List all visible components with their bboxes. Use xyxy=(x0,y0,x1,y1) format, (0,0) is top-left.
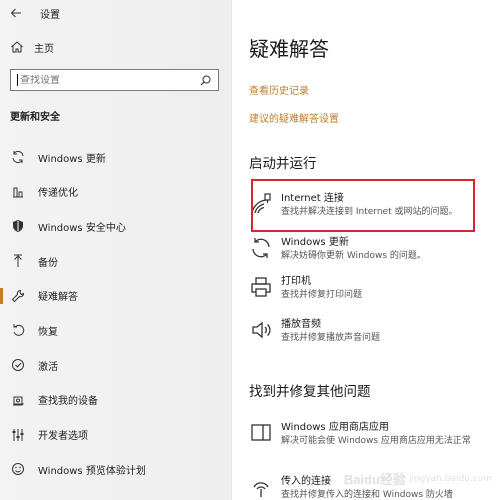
backup-arrow-icon xyxy=(10,253,26,269)
sidebar-item-delivery-optimization[interactable]: 传递优化 xyxy=(0,180,232,204)
network-icon xyxy=(249,192,273,216)
sidebar-item-recovery[interactable]: 恢复 xyxy=(0,318,232,342)
nav-list: Windows 更新 传递优化 Windows 安全中心 备份 疑难解答 恢复 … xyxy=(0,145,232,492)
sidebar-item-label: 传递优化 xyxy=(38,188,78,200)
back-arrow-icon xyxy=(10,8,21,18)
sync-icon xyxy=(10,149,26,165)
sync-icon xyxy=(249,236,273,260)
sidebar-item-windows-update[interactable]: Windows 更新 xyxy=(0,145,232,169)
section-header: 更新和安全 xyxy=(10,112,60,123)
group-title-find-fix-other: 找到并修复其他问题 xyxy=(249,384,371,400)
search-input[interactable] xyxy=(20,74,198,86)
troubleshooter-printer[interactable]: 打印机 查找并修复打印问题 xyxy=(249,270,499,312)
sidebar-item-developer[interactable]: 开发者选项 xyxy=(0,423,232,447)
sidebar-item-activation[interactable]: 激活 xyxy=(0,353,232,377)
title-bar: 设置 xyxy=(0,0,232,26)
troubleshooter-desc: 查找并解决连接到 Internet 或网站的问题。 xyxy=(281,207,458,217)
sidebar: 设置 主页 更新和安全 Windows 更新 传递优化 xyxy=(0,0,232,500)
troubleshooter-desc: 解决妨碍你更新 Windows 的问题。 xyxy=(281,251,426,261)
troubleshooter-desc: 查找并修复传入的连接和 Windows 防火墙 xyxy=(281,490,453,500)
recommended-settings-link[interactable]: 建议的疑难解答设置 xyxy=(249,110,339,125)
sidebar-item-label: 备份 xyxy=(38,257,58,269)
troubleshooter-internet[interactable]: Internet 连接 查找并解决连接到 Internet 或网站的问题。 xyxy=(249,187,499,229)
sidebar-item-label: 疑难解答 xyxy=(38,292,78,304)
troubleshooter-name: 打印机 xyxy=(281,276,311,287)
troubleshooter-name: Windows 更新 xyxy=(281,237,349,248)
group-title-get-up-running: 启动并运行 xyxy=(249,156,317,172)
sidebar-item-label: 查找我的设备 xyxy=(38,396,98,408)
troubleshooter-windows-update[interactable]: Windows 更新 解决妨碍你更新 Windows 的问题。 xyxy=(249,231,499,273)
wrench-icon xyxy=(10,288,26,304)
find-device-icon xyxy=(10,392,26,408)
delivery-optimization-icon xyxy=(10,184,26,200)
sidebar-item-label: 激活 xyxy=(38,361,58,373)
sidebar-item-insider[interactable]: Windows 预览体验计划 xyxy=(0,457,232,481)
sidebar-item-label: Windows 安全中心 xyxy=(38,222,126,234)
printer-icon xyxy=(249,275,273,299)
nav-home-label: 主页 xyxy=(34,43,54,55)
troubleshooter-store-apps[interactable]: Windows 应用商店应用 解决可能会使 Windows 应用商店应用无法正常 xyxy=(249,416,499,458)
text-caret xyxy=(17,74,18,86)
nav-home[interactable]: 主页 xyxy=(0,36,232,58)
troubleshooter-audio[interactable]: 播放音频 查找并修复播放声音问题 xyxy=(249,313,499,355)
insider-smiley-icon xyxy=(10,461,26,477)
sidebar-item-backup[interactable]: 备份 xyxy=(0,249,232,273)
search-button[interactable] xyxy=(198,73,212,87)
store-app-icon xyxy=(249,421,273,445)
troubleshooter-name: Internet 连接 xyxy=(281,193,344,204)
sidebar-item-label: 开发者选项 xyxy=(38,431,88,442)
troubleshooter-desc: 查找并修复打印问题 xyxy=(281,290,363,300)
sidebar-item-find-device[interactable]: 查找我的设备 xyxy=(0,388,232,412)
home-icon xyxy=(11,41,23,53)
search-icon xyxy=(200,75,210,85)
troubleshooter-name: Windows 应用商店应用 xyxy=(281,422,389,433)
sidebar-item-label: Windows 预览体验计划 xyxy=(38,465,146,477)
troubleshooter-desc: 解决可能会使 Windows 应用商店应用无法正常 xyxy=(281,436,471,446)
page-title: 疑难解答 xyxy=(249,37,329,61)
developer-icon xyxy=(10,427,26,443)
watermark-text: Baidu经验 xyxy=(343,472,406,487)
back-button[interactable] xyxy=(0,0,32,26)
watermark: Baidu经验 jingyan.baidu.com xyxy=(344,469,492,488)
sidebar-item-troubleshoot[interactable]: 疑难解答 xyxy=(0,284,232,308)
activation-check-icon xyxy=(10,357,26,373)
sidebar-item-security[interactable]: Windows 安全中心 xyxy=(0,214,232,238)
main-panel: 疑难解答 查看历史记录 建议的疑难解答设置 启动并运行 Internet 连接 … xyxy=(232,0,500,500)
recovery-icon xyxy=(10,322,26,338)
incoming-connection-icon xyxy=(249,475,273,499)
shield-icon xyxy=(10,218,26,234)
view-history-link[interactable]: 查看历史记录 xyxy=(249,82,309,97)
search-box[interactable] xyxy=(10,69,219,91)
watermark-subtext: jingyan.baidu.com xyxy=(408,473,492,484)
sidebar-item-label: 恢复 xyxy=(38,326,58,338)
app-title: 设置 xyxy=(40,9,60,21)
speaker-icon xyxy=(249,318,273,342)
sidebar-item-label: Windows 更新 xyxy=(38,153,106,165)
troubleshooter-desc: 查找并修复播放声音问题 xyxy=(281,333,381,343)
troubleshooter-name: 播放音频 xyxy=(281,319,321,330)
